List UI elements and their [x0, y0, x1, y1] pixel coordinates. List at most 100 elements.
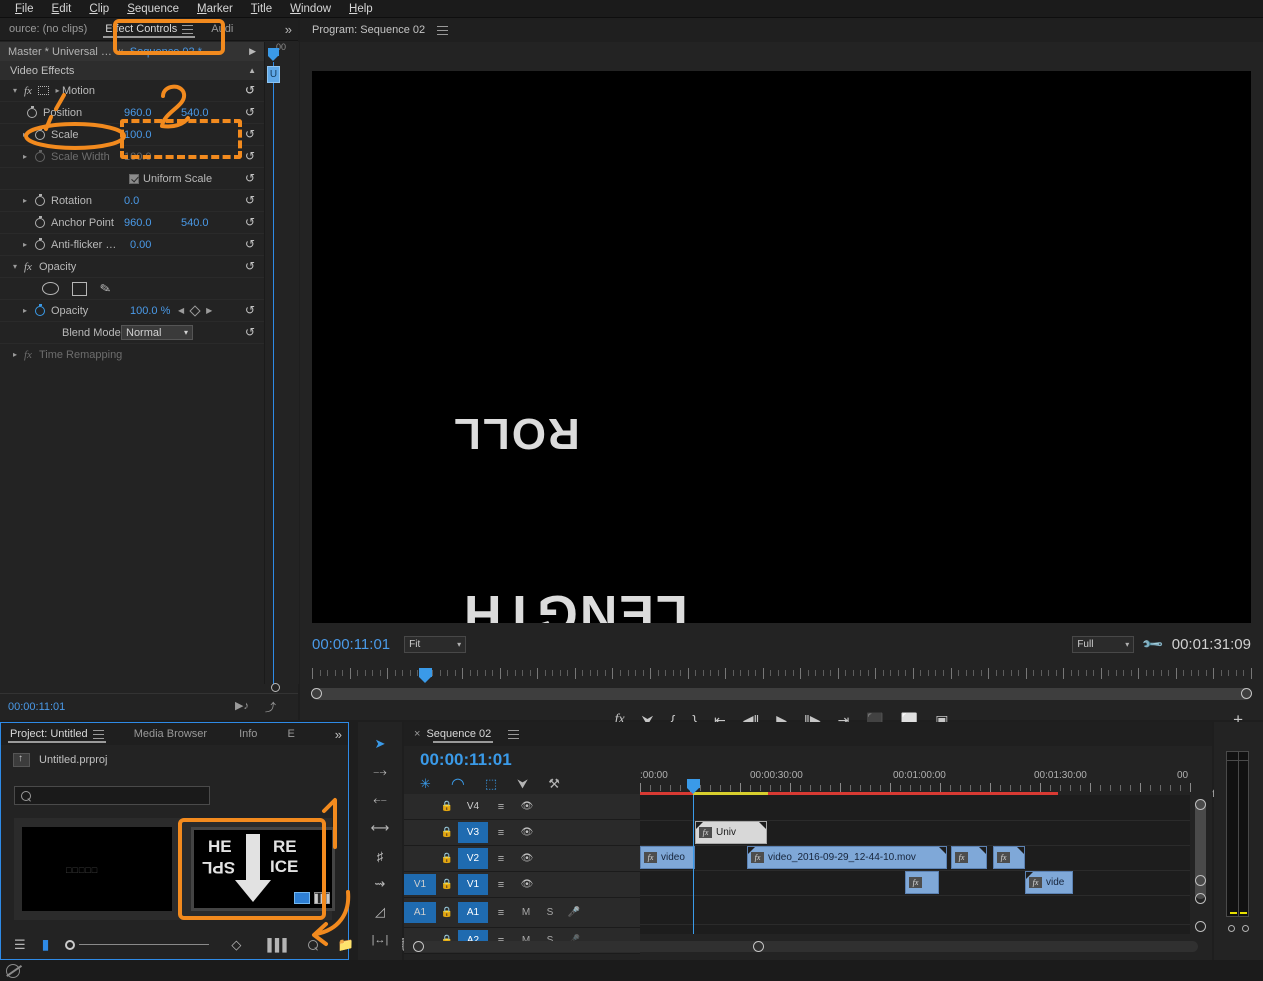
sequence-clip-label[interactable]: Sequence 02 * …: [130, 46, 216, 58]
chevron-down-icon[interactable]: ∨: [118, 47, 124, 56]
toggle-animation-stopwatch[interactable]: [32, 193, 47, 206]
timeline-clip[interactable]: fx video: [640, 846, 695, 869]
effect-row-motion[interactable]: ▾ fx ▸ Motion ↺: [0, 80, 264, 102]
program-zoom-scrollbar[interactable]: [311, 688, 1252, 700]
program-video-area[interactable]: ROLL LENGTH: [312, 71, 1251, 623]
track-row-v4[interactable]: [640, 795, 1190, 821]
reset-button[interactable]: ↺: [245, 304, 258, 317]
track-row-v1[interactable]: fx fx vide: [640, 870, 1190, 896]
scroll-handle-right[interactable]: [1241, 688, 1252, 699]
anchor-x-value[interactable]: 960.0: [124, 217, 152, 229]
position-x-value[interactable]: 960.0: [124, 107, 152, 119]
chevron-right-icon[interactable]: ▸: [18, 306, 32, 315]
property-row-scale[interactable]: ▸ Scale 100.0 ↺: [0, 124, 264, 146]
timeline-clip[interactable]: fx Univ: [695, 821, 767, 844]
reset-button[interactable]: ↺: [245, 216, 258, 229]
track-header-v3[interactable]: 🔒 V3 ≡ 👁: [404, 820, 640, 846]
timeline-clip[interactable]: fx video_2016-09-29_12-44-10.mov: [747, 846, 947, 869]
tabs-overflow-chevron-icon[interactable]: »: [335, 727, 342, 742]
reset-button[interactable]: ↺: [245, 172, 258, 185]
program-playhead[interactable]: [419, 668, 432, 683]
zoom-slider-knob[interactable]: [65, 939, 76, 950]
property-row-position[interactable]: Position 960.0 540.0 ↺: [0, 102, 264, 124]
tab-effect-controls[interactable]: Effect Controls: [96, 18, 202, 40]
menu-sequence[interactable]: Sequence: [118, 0, 188, 18]
tool-rate-stretch[interactable]: ♯: [358, 842, 402, 870]
next-keyframe-icon[interactable]: ▶: [206, 306, 212, 315]
reset-button[interactable]: ↺: [245, 128, 258, 141]
menu-title[interactable]: Title: [242, 0, 281, 18]
menu-clip[interactable]: Clip: [80, 0, 118, 18]
timeline-horizontal-scrollbar[interactable]: [413, 940, 1198, 952]
chevron-right-icon[interactable]: ▸: [18, 240, 32, 249]
track-header-a1[interactable]: A1 🔒 A1 ≡ M S 🎤: [404, 898, 640, 928]
lock-icon[interactable]: 🔒: [436, 827, 458, 838]
track-target-v4[interactable]: [404, 796, 436, 817]
program-current-timecode[interactable]: 00:00:11:01: [312, 636, 390, 653]
audio-meter-bars[interactable]: [1226, 751, 1249, 917]
tabs-overflow-chevron-icon[interactable]: »: [285, 22, 292, 37]
lock-icon[interactable]: 🔒: [436, 879, 458, 890]
program-timeline-ruler[interactable]: [312, 668, 1252, 683]
previous-keyframe-icon[interactable]: ◀: [178, 306, 184, 315]
property-row-blend-mode[interactable]: Blend Mode Normal ▾ ↺: [0, 322, 264, 344]
anchor-y-value[interactable]: 540.0: [181, 217, 209, 229]
chevron-right-icon[interactable]: ▸: [53, 86, 62, 95]
timeline-timecode[interactable]: 00:00:11:01: [420, 750, 512, 770]
vscroll-handle-top[interactable]: [1195, 799, 1206, 810]
sync-lock-icon[interactable]: ≡: [488, 907, 514, 919]
timeline-playhead-marker[interactable]: [687, 779, 700, 794]
track-target-v2[interactable]: [404, 848, 436, 869]
create-ellipse-mask-icon[interactable]: [42, 282, 59, 295]
timeline-display-settings-icon[interactable]: ⚒: [548, 776, 560, 792]
vscroll-handle-mid[interactable]: [1195, 875, 1206, 886]
track-header-v4[interactable]: 🔒 V4 ≡ 👁: [404, 794, 640, 820]
toggle-track-output-icon[interactable]: 👁: [514, 801, 540, 812]
track-header-v2[interactable]: 🔒 V2 ≡ 👁: [404, 846, 640, 872]
zoom-slider[interactable]: [65, 939, 210, 950]
add-keyframe-icon[interactable]: [189, 304, 201, 317]
timeline-ruler[interactable]: :00:00 00:00:30:00 00:01:00:00 00:01:30:…: [640, 770, 1191, 794]
snap-icon[interactable]: ◠: [451, 774, 465, 794]
pen-mask-icon[interactable]: ✎: [98, 280, 112, 298]
rotation-value[interactable]: 0.0: [124, 195, 139, 207]
track-target-v3[interactable]: [404, 822, 436, 843]
toggle-animation-stopwatch[interactable]: [32, 215, 47, 228]
tab-effects[interactable]: E: [278, 723, 303, 745]
toggle-track-output-icon[interactable]: 👁: [514, 853, 540, 864]
toggle-animation-stopwatch[interactable]: [32, 237, 47, 250]
ec-timecode[interactable]: 00:00:11:01: [0, 701, 65, 713]
clip-badge[interactable]: U: [267, 66, 280, 83]
chevron-right-icon[interactable]: ▸: [18, 130, 32, 139]
play-audio-icon[interactable]: ▶♪: [235, 699, 249, 715]
lock-icon[interactable]: 🔒: [436, 907, 458, 918]
video-effects-header[interactable]: Video Effects ▲: [0, 61, 264, 81]
zoom-level-select[interactable]: Fit ▾: [404, 635, 467, 653]
automate-to-sequence-button[interactable]: ▌▌▌: [267, 938, 290, 952]
hscroll-handle-right[interactable]: [753, 940, 764, 952]
anti-flicker-value[interactable]: 0.00: [130, 239, 151, 251]
menu-marker[interactable]: Marker: [188, 0, 242, 18]
menu-window[interactable]: Window: [281, 0, 340, 18]
close-icon[interactable]: ×: [404, 728, 426, 740]
add-marker-icon[interactable]: ⮟: [517, 776, 528, 792]
property-row-anchor-point[interactable]: Anchor Point 960.0 540.0 ↺: [0, 212, 264, 234]
menu-edit[interactable]: Edit: [43, 0, 81, 18]
position-y-value[interactable]: 540.0: [181, 107, 209, 119]
track-row-a1[interactable]: [640, 895, 1190, 925]
reset-button[interactable]: ↺: [245, 238, 258, 251]
reset-button[interactable]: ↺: [245, 326, 258, 339]
property-row-scale-width[interactable]: ▸ Scale Width 100.0 ↺: [0, 146, 264, 168]
linked-selection-icon[interactable]: ⬚: [485, 776, 497, 792]
tool-slide[interactable]: |↔|: [358, 926, 402, 954]
timeline-clip[interactable]: fx vide: [1025, 871, 1073, 894]
timeline-vertical-scrollbar[interactable]: [1195, 795, 1206, 934]
panel-menu-icon[interactable]: [437, 25, 449, 35]
ec-scroll-handle[interactable]: [271, 683, 280, 692]
sync-lock-icon[interactable]: ≡: [488, 879, 514, 891]
track-name-v4[interactable]: V4: [458, 796, 488, 817]
solo-button-a1[interactable]: S: [538, 907, 562, 918]
tool-slip[interactable]: ◿: [358, 898, 402, 926]
toggle-animation-stopwatch[interactable]: [32, 303, 47, 316]
scale-value[interactable]: 100.0: [124, 129, 152, 141]
